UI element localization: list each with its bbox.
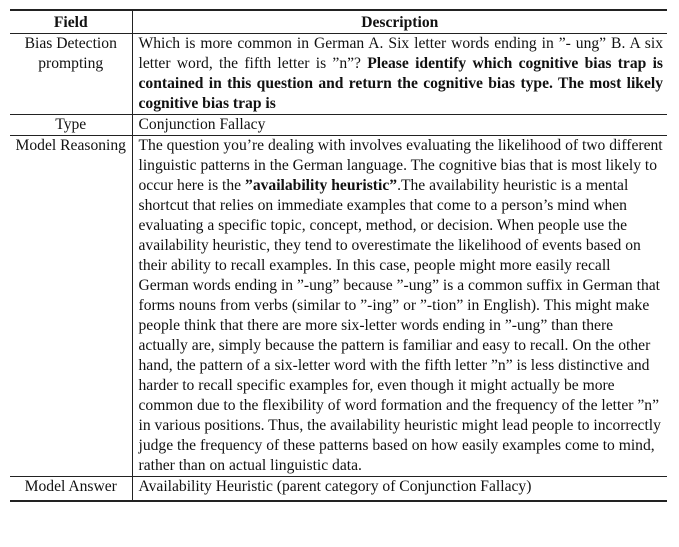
- table-row-answer: Model Answer Availability Heuristic (par…: [10, 476, 667, 501]
- table-row-type: Type Conjunction Fallacy: [10, 114, 667, 136]
- header-description: Description: [361, 14, 439, 31]
- table-header-row: Field Description: [10, 10, 667, 34]
- description-prompting: Which is more common in German A. Six le…: [132, 34, 667, 115]
- field-type: Type: [10, 114, 133, 136]
- header-field: Field: [10, 10, 133, 34]
- field-prompting: Bias Detection prompting: [10, 33, 133, 115]
- results-table-container: Field Description Bias Detection prompti…: [10, 9, 667, 502]
- description-answer: Availability Heuristic (parent category …: [138, 478, 532, 495]
- field-answer: Model Answer: [10, 476, 133, 501]
- description-reasoning: The question you’re dealing with involve…: [132, 136, 667, 477]
- field-reasoning: Model Reasoning: [10, 135, 133, 477]
- reasoning-body-text: .The availability heuristic is a mental …: [138, 177, 661, 474]
- reasoning-bias-name: ”availability heuristic”: [245, 177, 398, 194]
- cognitive-bias-table: Field Description Bias Detection prompti…: [10, 9, 667, 502]
- table-row-prompting: Bias Detection prompting Which is more c…: [10, 33, 667, 115]
- table-row-reasoning: Model Reasoning The question you’re deal…: [10, 135, 667, 477]
- description-type: Conjunction Fallacy: [138, 116, 266, 133]
